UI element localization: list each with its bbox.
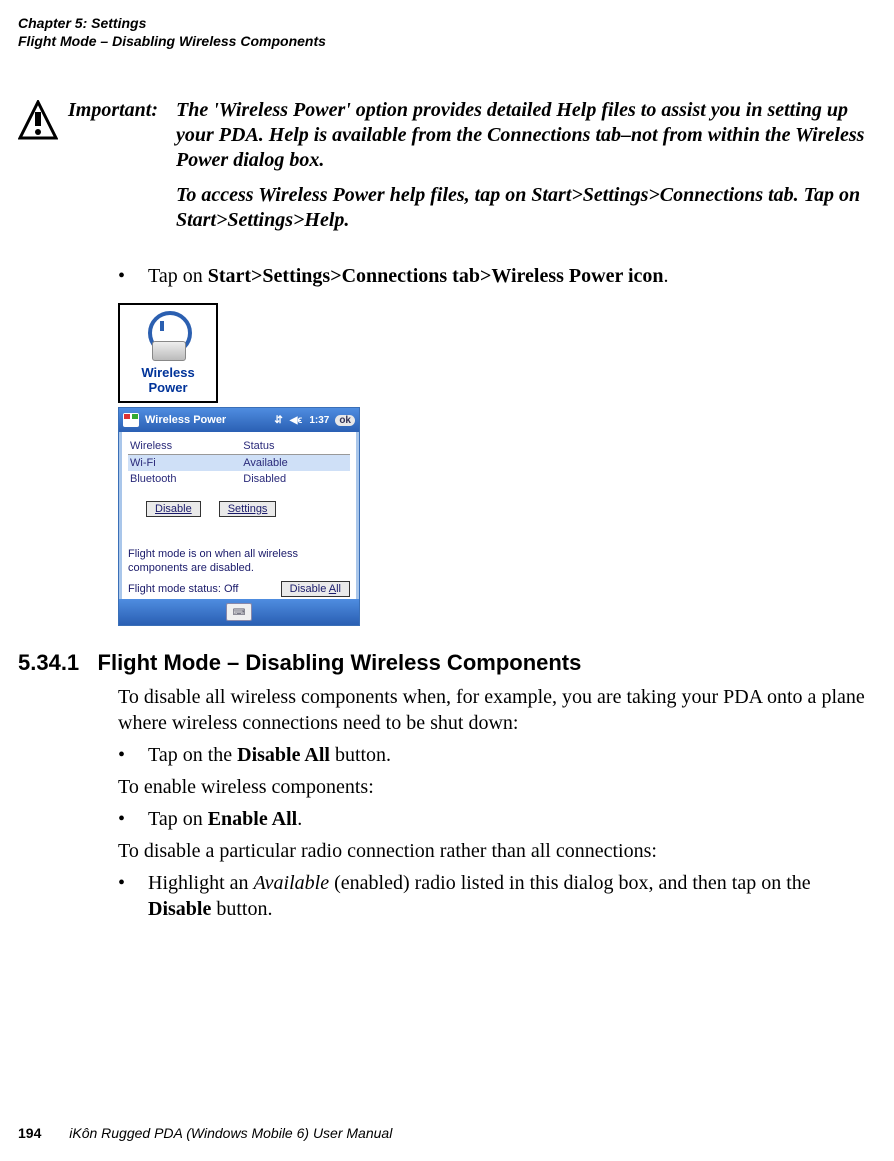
instruction-bullet: • Tap on Start>Settings>Connections tab>…	[118, 263, 876, 289]
signal-icon[interactable]: ⇵	[274, 415, 282, 426]
b3-italic: Available	[254, 872, 330, 894]
section-title: Flight Mode – Disabling Wireless Compone…	[98, 650, 582, 675]
col-wireless[interactable]: Wireless	[128, 438, 241, 455]
start-flag-icon[interactable]	[123, 413, 139, 427]
b3-pre: Highlight an	[148, 872, 254, 894]
wp-icon-label-1: Wireless	[141, 365, 194, 380]
bullet-icon: •	[118, 742, 148, 768]
section-para-3: To disable a particular radio connection…	[118, 838, 876, 864]
keyboard-icon[interactable]: ⌨	[226, 603, 252, 621]
ok-button[interactable]: ok	[335, 415, 355, 426]
page-header: Chapter 5: Settings Flight Mode – Disabl…	[18, 14, 876, 50]
row-name: Bluetooth	[128, 471, 241, 487]
header-chapter: Chapter 5: Settings	[18, 14, 876, 32]
bullet-enable-all: • Tap on Enable All.	[118, 806, 876, 832]
section-para-1: To disable all wireless components when,…	[118, 684, 876, 736]
bullet-icon: •	[118, 870, 148, 896]
important-label: Important:	[68, 98, 176, 123]
disable-all-post: ll	[336, 583, 341, 595]
manual-title: iKôn Rugged PDA (Windows Mobile 6) User …	[69, 1125, 392, 1141]
page-footer: 194 iKôn Rugged PDA (Windows Mobile 6) U…	[18, 1125, 392, 1141]
pda-screenshot: Wireless Power ⇵ ◀ϵ 1:37 ok Wireless Sta…	[118, 407, 360, 626]
section-heading: 5.34.1 Flight Mode – Disabling Wireless …	[18, 650, 876, 676]
settings-button-label: Settings	[228, 503, 268, 515]
table-row[interactable]: Bluetooth Disabled	[128, 471, 350, 487]
b1-bold: Disable All	[237, 744, 330, 766]
settings-button[interactable]: Settings	[219, 501, 277, 517]
b2-post: .	[297, 808, 302, 830]
row-status: Available	[241, 455, 350, 472]
header-section: Flight Mode – Disabling Wireless Compone…	[18, 32, 876, 50]
important-body-2: To access Wireless Power help files, tap…	[176, 183, 894, 233]
b3-mid: (enabled) radio listed in this dialog bo…	[329, 872, 811, 894]
flight-mode-status: Flight mode status: Off	[128, 583, 238, 595]
important-note: Important:The 'Wireless Power' option pr…	[18, 98, 876, 173]
b3-post: button.	[211, 898, 272, 920]
important-body-1: The 'Wireless Power' option provides det…	[176, 98, 876, 173]
pda-title-bar: Wireless Power ⇵ ◀ϵ 1:37 ok	[119, 408, 359, 432]
b3-bold: Disable	[148, 898, 211, 920]
section-para-2: To enable wireless components:	[118, 774, 876, 800]
pda-tray: ⇵ ◀ϵ 1:37	[270, 414, 329, 426]
wireless-power-icon-box: Wireless Power	[118, 303, 218, 403]
row-status: Disabled	[241, 471, 350, 487]
sound-icon[interactable]: ◀ϵ	[290, 415, 302, 426]
disable-button[interactable]: Disable	[146, 501, 201, 517]
disable-all-button[interactable]: Disable All	[281, 581, 350, 597]
bullet-icon: •	[118, 806, 148, 832]
b2-pre: Tap on	[148, 808, 208, 830]
disable-button-label: Disable	[155, 503, 192, 515]
page-number: 194	[18, 1125, 41, 1141]
wireless-table: Wireless Status Wi-Fi Available Bluetoot…	[128, 438, 350, 487]
row-name: Wi-Fi	[128, 455, 241, 472]
instruction-path: Start>Settings>Connections tab>Wireless …	[208, 265, 664, 287]
disable-all-underline: A	[329, 583, 336, 595]
bullet-icon: •	[118, 263, 148, 289]
clock-text[interactable]: 1:37	[309, 415, 329, 426]
bullet-disable-one: • Highlight an Available (enabled) radio…	[118, 870, 876, 922]
table-row[interactable]: Wi-Fi Available	[128, 455, 350, 472]
instruction-period: .	[664, 265, 669, 287]
instruction-text: Tap on Start>Settings>Connections tab>Wi…	[148, 263, 669, 289]
wireless-power-icon	[144, 311, 192, 361]
warning-icon	[18, 100, 58, 157]
b1-post: button.	[330, 744, 391, 766]
pda-bottom-bar: ⌨	[119, 599, 359, 625]
section-number: 5.34.1	[18, 650, 79, 675]
disable-all-pre: Disable	[290, 583, 329, 595]
pda-title-text: Wireless Power	[145, 414, 226, 426]
flight-mode-note: Flight mode is on when all wireless comp…	[128, 547, 350, 575]
b2-bold: Enable All	[208, 808, 297, 830]
bullet-disable-all: • Tap on the Disable All button.	[118, 742, 876, 768]
b1-pre: Tap on the	[148, 744, 237, 766]
wp-icon-label-2: Power	[141, 380, 194, 395]
instruction-prefix: Tap on	[148, 265, 208, 287]
col-status[interactable]: Status	[241, 438, 350, 455]
